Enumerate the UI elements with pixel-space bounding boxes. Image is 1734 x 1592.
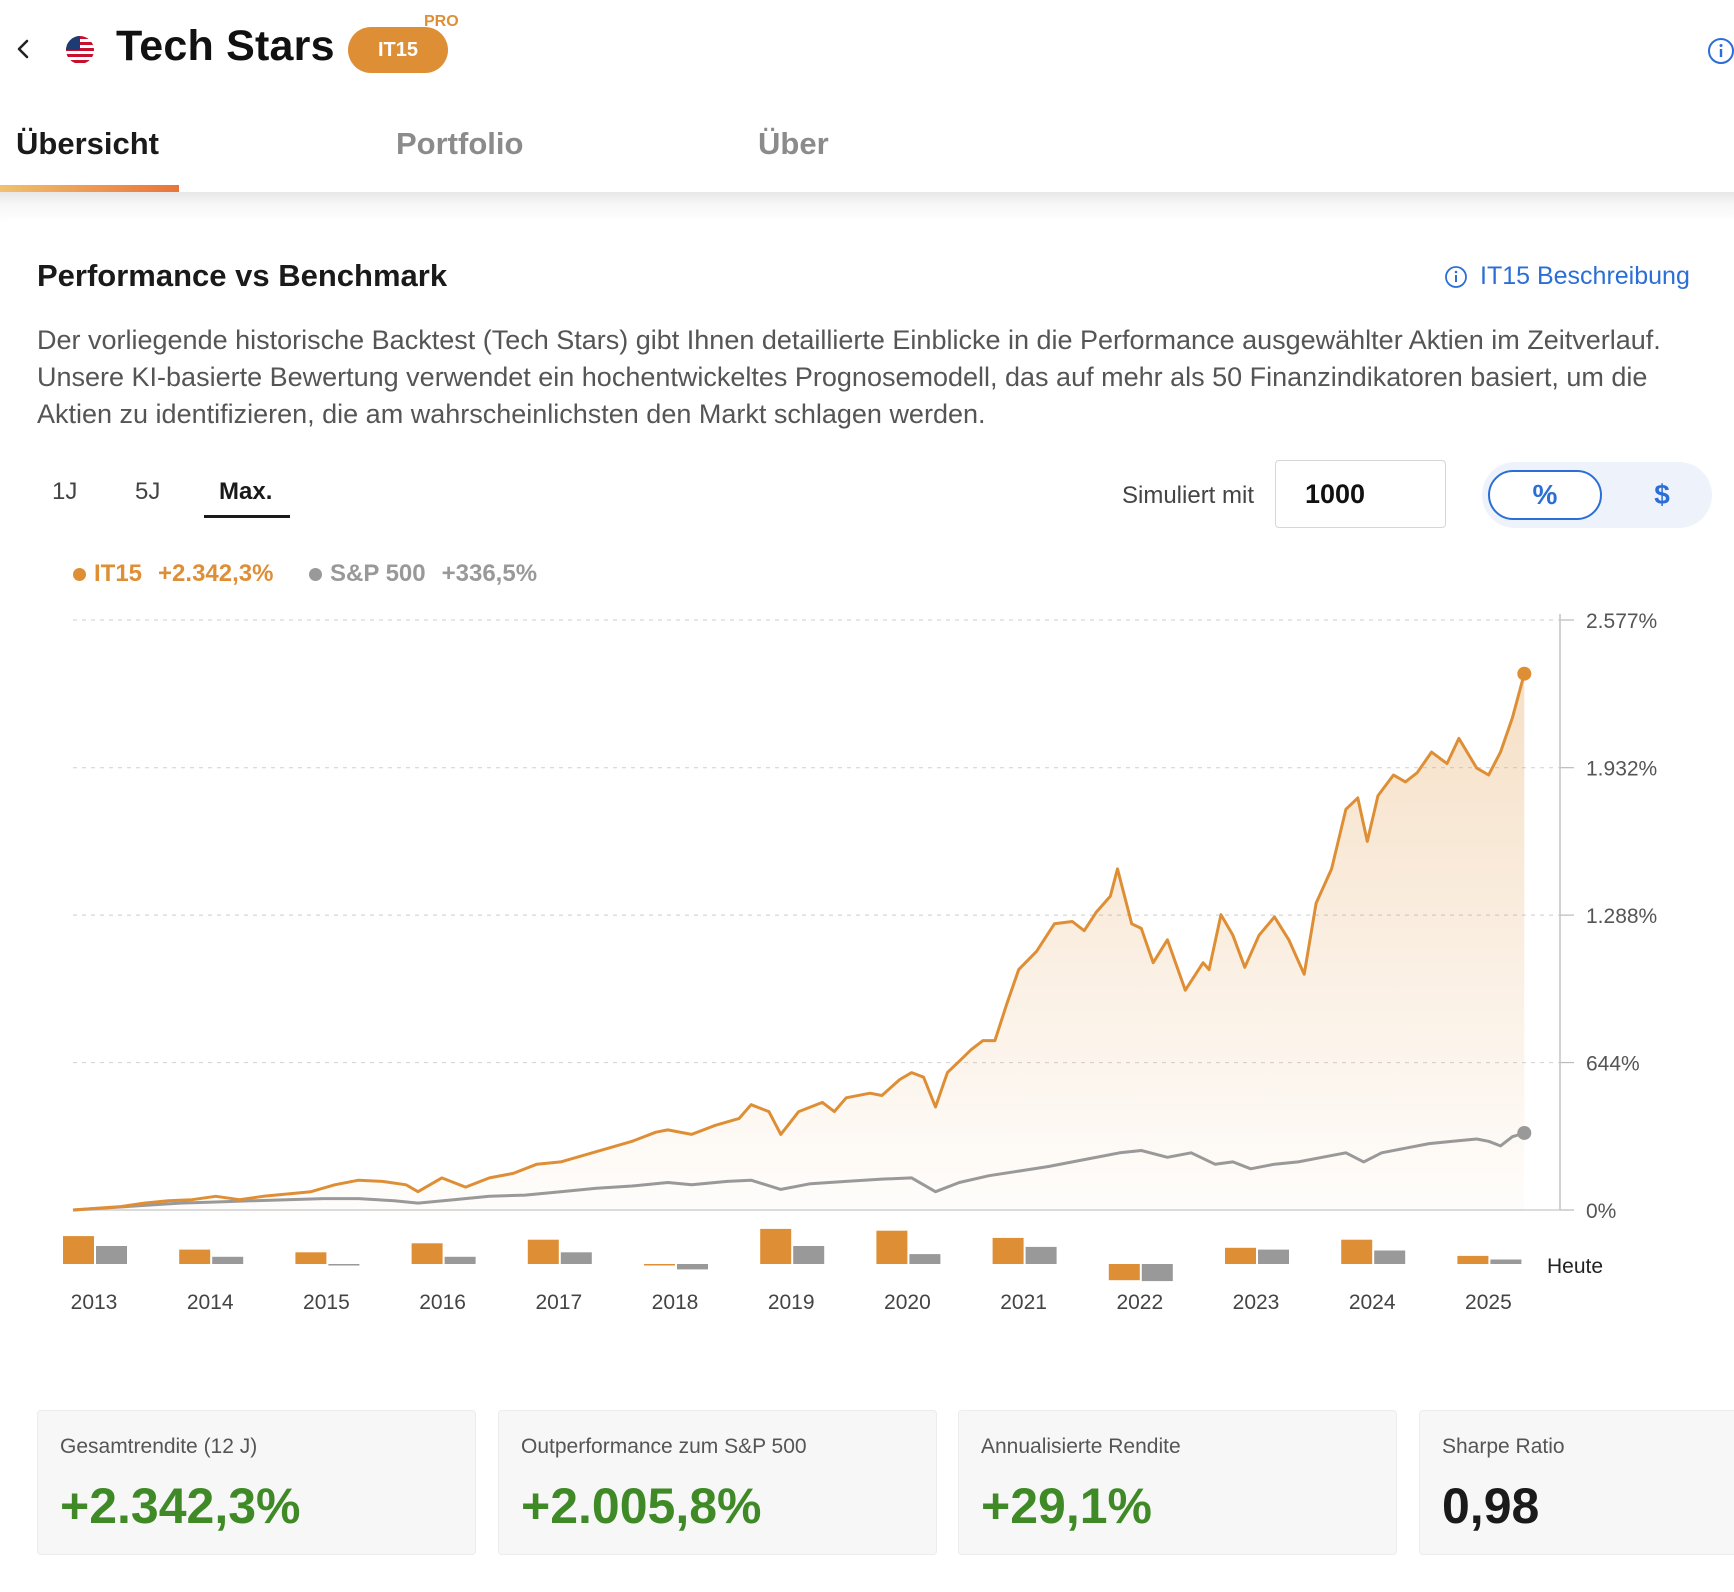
it15-annual-bar xyxy=(527,1239,559,1264)
info-icon[interactable] xyxy=(1706,36,1734,66)
sp500-annual-bar xyxy=(677,1264,708,1270)
stat-value: +29,1% xyxy=(981,1478,1152,1534)
sp500-annual-bar xyxy=(444,1256,476,1264)
stat-total-return: Gesamtrendite (12 J) +2.342,3% xyxy=(37,1410,476,1555)
x-year-label: 2022 xyxy=(1116,1291,1163,1314)
stat-value: +2.342,3% xyxy=(60,1478,301,1534)
sp500-annual-bar xyxy=(96,1246,127,1264)
x-year-label: 2018 xyxy=(652,1291,699,1314)
it15-area xyxy=(73,673,1525,1210)
legend-dot xyxy=(73,567,86,581)
stat-value: 0,98 xyxy=(1442,1478,1540,1534)
sp500-annual-bar xyxy=(328,1264,360,1266)
x-year-label: 2025 xyxy=(1465,1291,1512,1314)
active-tab-indicator xyxy=(0,185,179,192)
sp500-annual-bar xyxy=(909,1254,941,1264)
tab-overview[interactable]: Übersicht xyxy=(16,126,159,162)
stat-label: Sharpe Ratio xyxy=(1442,1435,1565,1458)
x-year-label: 2021 xyxy=(1000,1291,1047,1314)
y-tick-label: 0% xyxy=(1586,1200,1616,1223)
stat-label: Annualisierte Rendite xyxy=(981,1435,1181,1458)
code-badge: IT15 xyxy=(348,27,448,73)
page-title: Tech Stars xyxy=(116,22,335,70)
sp500-annual-bar xyxy=(1025,1246,1057,1264)
it15-annual-bar xyxy=(992,1237,1024,1264)
description-link-label[interactable]: IT15 Beschreibung xyxy=(1480,262,1690,291)
sp500-end-point xyxy=(1517,1125,1532,1140)
divider xyxy=(0,192,1734,222)
stat-outperformance: Outperformance zum S&P 500 +2.005,8% xyxy=(498,1410,937,1555)
stat-sharpe-ratio: Sharpe Ratio 0,98 xyxy=(1419,1410,1734,1555)
section-title: Performance vs Benchmark xyxy=(37,258,448,293)
toggle-percent-button[interactable]: % xyxy=(1488,470,1602,520)
pro-badge: PRO xyxy=(424,13,459,30)
stat-value: +2.005,8% xyxy=(521,1478,762,1534)
sp500-annual-bar xyxy=(793,1246,825,1264)
y-tick-label: 1.288% xyxy=(1586,905,1657,928)
y-tick-label: 2.577% xyxy=(1586,610,1657,633)
range-max[interactable]: Max. xyxy=(219,478,272,506)
it15-annual-bar xyxy=(295,1252,327,1264)
it15-annual-bar xyxy=(760,1228,792,1264)
it15-annual-bar xyxy=(1225,1247,1256,1264)
simulate-label: Simuliert mit xyxy=(1122,482,1255,509)
x-year-label: 2016 xyxy=(419,1291,466,1314)
y-tick-label: 644% xyxy=(1586,1053,1640,1076)
tab-bar: Übersicht Portfolio Über xyxy=(0,98,1734,194)
range-5y[interactable]: 5J xyxy=(135,478,160,506)
legend-it15-name: IT15 xyxy=(94,560,143,587)
stat-annualized-return: Annualisierte Rendite +29,1% xyxy=(958,1410,1397,1555)
section-description: Der vorliegende historische Backtest (Te… xyxy=(37,325,1661,429)
x-year-label: 2023 xyxy=(1233,1291,1280,1314)
stat-label: Gesamtrendite (12 J) xyxy=(60,1435,258,1458)
legend-it15[interactable]: IT15 +2.342,3% xyxy=(73,560,273,588)
info-small-icon xyxy=(1445,265,1467,288)
y-tick-label: 1.932% xyxy=(1586,758,1657,781)
unit-toggle: % $ xyxy=(1482,462,1712,528)
x-year-label: 2019 xyxy=(768,1291,815,1314)
x-year-label: 2015 xyxy=(303,1291,350,1314)
sp500-annual-bar xyxy=(1374,1250,1406,1264)
legend-it15-value: +2.342,3% xyxy=(158,560,274,587)
tab-portfolio[interactable]: Portfolio xyxy=(396,126,523,162)
x-year-label: 2014 xyxy=(187,1291,234,1314)
it15-annual-bar xyxy=(644,1264,675,1266)
back-arrow-icon[interactable] xyxy=(8,34,38,64)
it15-annual-bar xyxy=(1108,1264,1140,1281)
toggle-dollar-button[interactable]: $ xyxy=(1632,470,1692,520)
today-label: Heute xyxy=(1547,1255,1603,1278)
legend-dot xyxy=(309,567,322,581)
legend-sp500-name: S&P 500 xyxy=(330,560,426,587)
it15-annual-bar xyxy=(63,1236,94,1264)
description-link[interactable]: IT15 Beschreibung xyxy=(1444,262,1690,291)
it15-end-point xyxy=(1517,666,1532,681)
it15-annual-bar xyxy=(411,1243,443,1264)
it15-annual-bar xyxy=(1457,1255,1489,1264)
simulate-amount-input[interactable] xyxy=(1275,460,1446,528)
us-flag-icon xyxy=(66,36,94,64)
performance-chart: 2.577% 1.932% 1.288% 644% 0% 2013 2014 2015 2016… xyxy=(63,610,1657,1314)
it15-annual-bar xyxy=(1341,1239,1373,1264)
x-year-label: 2013 xyxy=(71,1291,118,1314)
it15-annual-bar xyxy=(179,1249,211,1264)
it15-annual-bar xyxy=(876,1230,908,1264)
sp500-annual-bar xyxy=(1141,1264,1173,1282)
stat-label: Outperformance zum S&P 500 xyxy=(521,1435,807,1458)
x-year-label: 2024 xyxy=(1349,1291,1396,1314)
header: Tech Stars IT15 PRO xyxy=(0,0,1734,98)
sp500-annual-bar xyxy=(212,1256,244,1264)
sp500-annual-bar xyxy=(560,1252,592,1264)
range-active-indicator xyxy=(204,515,290,518)
range-1y[interactable]: 1J xyxy=(52,478,77,506)
legend-sp500[interactable]: S&P 500 +336,5% xyxy=(309,560,537,588)
x-year-label: 2017 xyxy=(535,1291,582,1314)
tab-about[interactable]: Über xyxy=(758,126,829,162)
x-year-label: 2020 xyxy=(884,1291,931,1314)
sp500-annual-bar xyxy=(1258,1249,1289,1264)
sp500-annual-bar xyxy=(1490,1259,1522,1264)
legend-sp500-value: +336,5% xyxy=(441,560,538,587)
